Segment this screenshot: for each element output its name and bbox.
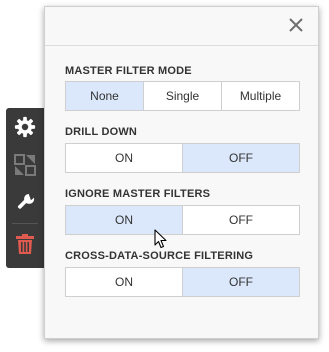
cross-data-source-filtering-title: CROSS-DATA-SOURCE FILTERING <box>65 250 254 262</box>
close-icon[interactable] <box>288 17 304 33</box>
master-filter-none-option[interactable]: None <box>66 82 144 110</box>
master-filter-multiple-option[interactable]: Multiple <box>222 82 299 110</box>
ignore-master-filters-title: IGNORE MASTER FILTERS <box>65 188 211 200</box>
delete-button[interactable] <box>6 225 44 263</box>
settings-button[interactable] <box>6 108 44 146</box>
cross-data-source-on-option[interactable]: ON <box>66 268 183 296</box>
panel-header <box>45 7 318 46</box>
mouse-cursor-icon <box>154 229 167 249</box>
interactivity-button[interactable] <box>6 146 44 184</box>
cross-data-source-filtering-toggle: ON OFF <box>65 267 300 297</box>
item-toolbar <box>6 108 44 268</box>
trash-icon <box>16 234 34 254</box>
wrench-icon <box>17 193 35 209</box>
ignore-master-filters-toggle: ON OFF <box>65 205 300 235</box>
gear-icon <box>14 116 36 138</box>
ignore-master-filters-off-option[interactable]: OFF <box>183 206 299 234</box>
master-filter-single-option[interactable]: Single <box>144 82 222 110</box>
drill-down-off-option[interactable]: OFF <box>183 144 299 172</box>
master-filter-mode-title: MASTER FILTER MODE <box>65 65 192 77</box>
drill-down-toggle: ON OFF <box>65 143 300 173</box>
options-panel: MASTER FILTER MODE None Single Multiple … <box>44 6 319 339</box>
master-filter-mode-selector: None Single Multiple <box>65 81 300 111</box>
cross-data-source-off-option[interactable]: OFF <box>183 268 299 296</box>
drill-down-on-option[interactable]: ON <box>66 144 183 172</box>
interactivity-icon <box>14 154 36 176</box>
toolbar-divider <box>12 223 38 224</box>
drill-down-title: DRILL DOWN <box>65 126 138 138</box>
options-button[interactable] <box>6 184 44 222</box>
